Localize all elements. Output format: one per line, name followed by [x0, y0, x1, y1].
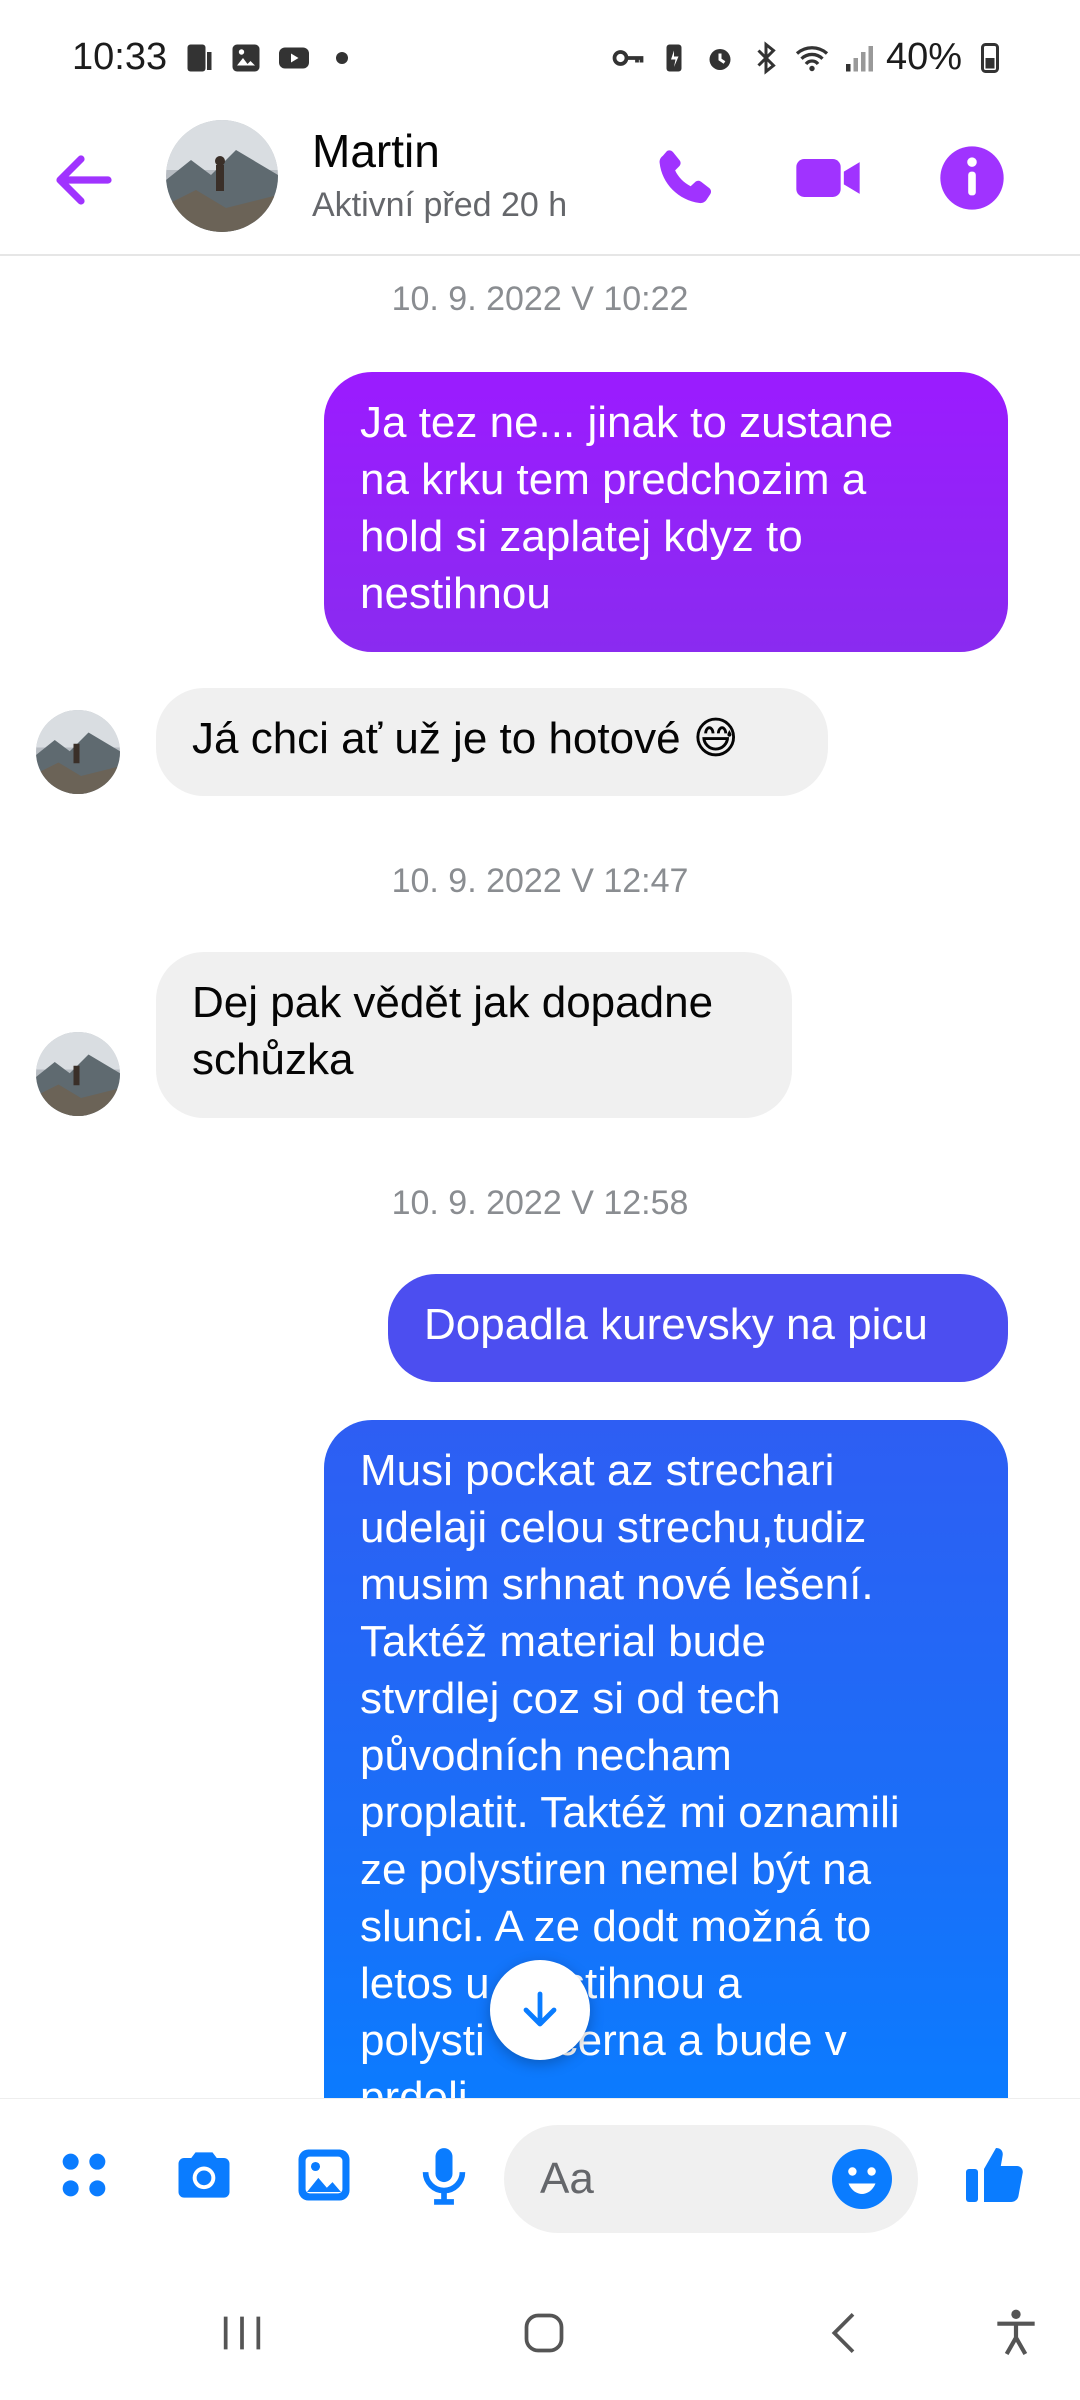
status-time: 10:33	[72, 36, 168, 78]
incoming-message[interactable]: Dej pak vědět jak dopadne schůzka	[156, 952, 792, 1118]
message-line: proplatit. Taktéž mi oznamili	[360, 1788, 900, 1837]
chat-header: Martin Aktivní před 20 h	[0, 120, 1080, 256]
message-input[interactable]	[540, 2125, 820, 2233]
message-line: letos u nestihnou a	[360, 1959, 742, 2008]
like-button[interactable]	[960, 2139, 1032, 2211]
contact-avatar-small[interactable]	[36, 1032, 120, 1116]
contact-avatar-small[interactable]	[36, 710, 120, 794]
accessibility-button[interactable]	[976, 2298, 1056, 2368]
message-line: musim srhnat nové lešení.	[360, 1560, 874, 1609]
incoming-message[interactable]: Já chci ať už je to hotové 😅	[156, 688, 828, 796]
message-line: schůzka	[192, 1035, 354, 1084]
youtube-notification-icon	[279, 47, 309, 69]
battery-icon	[981, 42, 999, 73]
recent-apps-button[interactable]	[202, 2298, 282, 2368]
message-text: Já chci ať už je to hotové	[192, 714, 681, 763]
contact-name[interactable]: Martin	[312, 124, 440, 178]
outgoing-message[interactable]: Dopadla kurevsky na picu	[388, 1274, 1008, 1382]
emoji-sweat-smile: 😅	[692, 714, 739, 763]
message-line: na krku tem predchozim a	[360, 455, 867, 504]
message-line: Musi pockat az strechari	[360, 1446, 835, 1495]
thumbs-up-icon	[966, 2148, 1023, 2202]
message-text: Dopadla kurevsky na picu	[424, 1300, 928, 1349]
message-line: slunci. A ze dodt možná to	[360, 1902, 872, 1951]
emoji-icon[interactable]	[826, 2143, 898, 2215]
back-button[interactable]	[806, 2298, 886, 2368]
system-icons: 40%	[610, 36, 1008, 79]
recent-apps-icon	[223, 2316, 261, 2350]
back-icon	[831, 2313, 855, 2353]
message-input-wrapper	[504, 2125, 918, 2233]
camera-button[interactable]	[168, 2139, 240, 2211]
message-line: udelaji celou strechu,tudiz	[360, 1503, 867, 1552]
message-line: Taktéž material bude	[360, 1617, 766, 1666]
battery-saver-icon	[666, 44, 682, 71]
accessibility-icon	[997, 2309, 1035, 2356]
arrow-down-icon	[523, 1991, 557, 2027]
message-line: nestihnou	[360, 569, 551, 618]
message-timestamp: 10. 9. 2022 V 10:22	[391, 280, 689, 318]
gallery-icon	[298, 2149, 350, 2201]
microphone-icon	[422, 2148, 466, 2205]
notification-icons	[180, 40, 360, 76]
apps-grid-icon	[62, 2153, 106, 2197]
message-composer	[0, 2098, 1080, 2258]
battery-percent: 40%	[885, 36, 962, 78]
voice-message-button[interactable]	[408, 2139, 480, 2211]
camera-icon	[178, 2152, 230, 2198]
key-icon	[612, 49, 644, 66]
message-line: ze polystiren nemel být na	[360, 1845, 872, 1894]
info-icon[interactable]	[934, 140, 1010, 216]
message-line: původních necham	[360, 1731, 732, 1780]
signal-icon	[845, 45, 873, 71]
back-arrow-icon[interactable]	[48, 144, 120, 216]
home-button[interactable]	[504, 2298, 584, 2368]
message-line: hold si zaplatej kdyz to	[360, 512, 803, 561]
home-icon	[524, 2313, 564, 2353]
message-timestamp: 10. 9. 2022 V 12:47	[391, 862, 689, 900]
video-camera-icon[interactable]	[790, 140, 866, 216]
wifi-icon	[795, 45, 829, 71]
alarm-icon	[709, 48, 731, 70]
bluetooth-icon	[757, 40, 776, 75]
system-navigation-bar	[0, 2258, 1080, 2400]
scroll-to-bottom-button[interactable]	[490, 1960, 590, 2060]
message-line: Dej pak vědět jak dopadne	[192, 978, 714, 1027]
phone-icon[interactable]	[646, 140, 722, 216]
contact-avatar[interactable]	[166, 120, 278, 232]
contact-active-status: Aktivní před 20 h	[312, 186, 568, 224]
apps-button[interactable]	[48, 2139, 120, 2211]
gallery-notification-icon	[232, 44, 260, 72]
message-line: Ja tez ne... jinak to zustane	[360, 398, 894, 447]
outgoing-message[interactable]: Musi pockat az strechari udelaji celou s…	[324, 1420, 1008, 2120]
message-line: polysti zcerna a bude v	[360, 2016, 847, 2065]
gallery-button[interactable]	[288, 2139, 360, 2211]
message-timestamp: 10. 9. 2022 V 12:58	[391, 1184, 689, 1222]
message-line: stvrdlej coz si od tech	[360, 1674, 781, 1723]
phone-notification-icon	[187, 44, 212, 72]
dot-icon	[336, 52, 348, 64]
outgoing-message[interactable]: Ja tez ne... jinak to zustane na krku te…	[324, 372, 1008, 652]
status-bar: 10:33 40%	[0, 0, 1080, 120]
